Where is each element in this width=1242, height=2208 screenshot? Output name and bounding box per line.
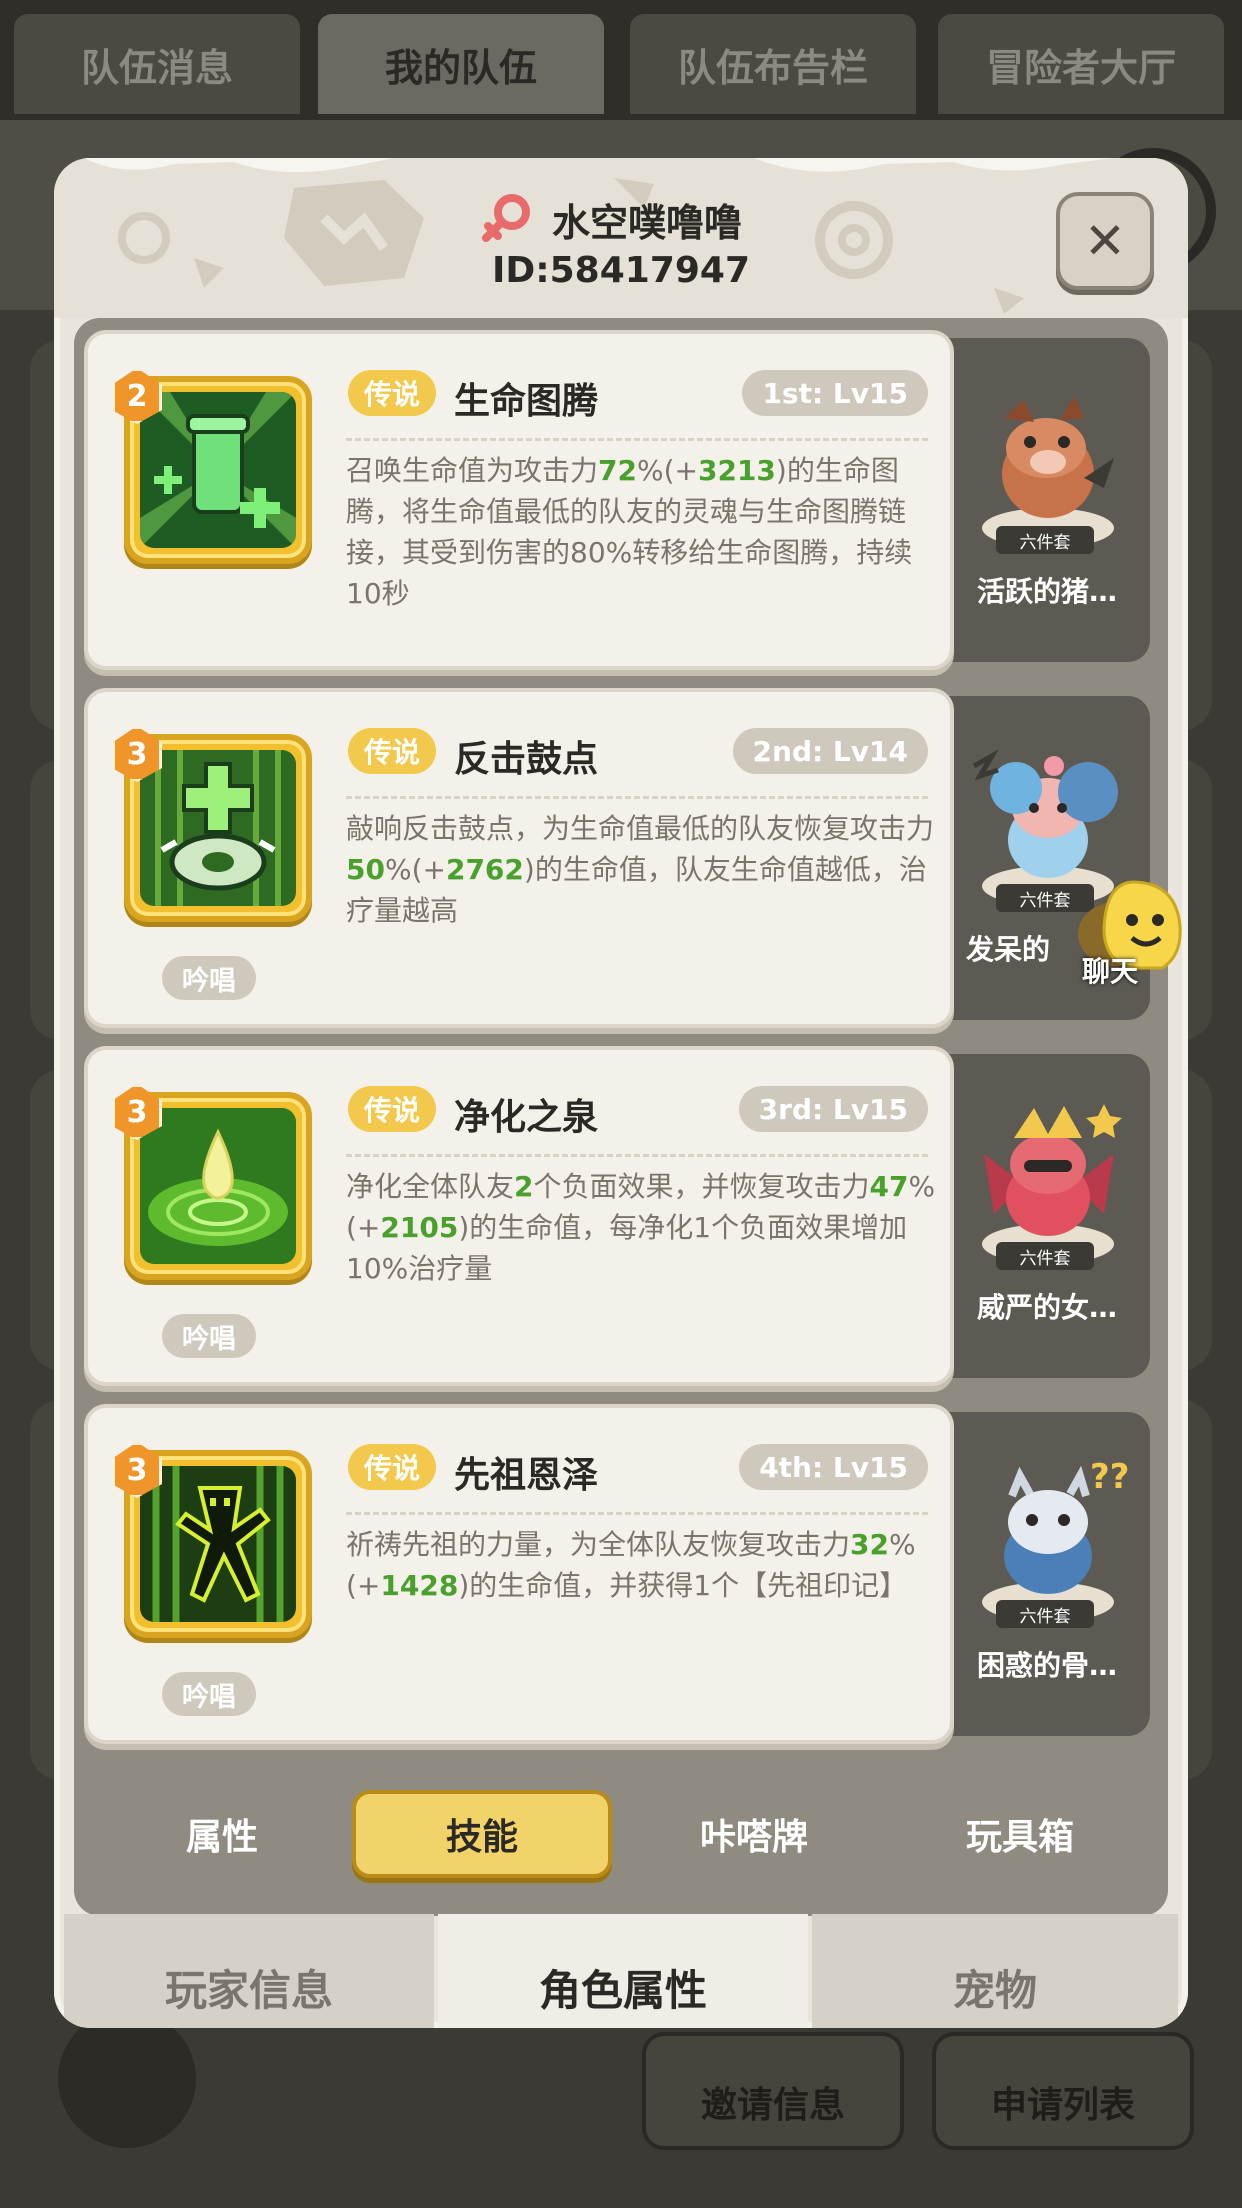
pet-name: 活跃的猪… [976, 575, 1117, 608]
skill-rank: 1st: Lv15 [742, 370, 928, 416]
pet-name: 威严的女… [976, 1291, 1117, 1324]
description-text: 召唤生命值为攻击力 [346, 454, 599, 487]
invite-info-button[interactable]: 邀请信息 [642, 2032, 904, 2150]
top-tab-team-news[interactable]: 队伍消息 [14, 14, 300, 114]
tab-attributes[interactable]: 属性 [92, 1790, 352, 1878]
divider [346, 1512, 928, 1515]
svg-text:??: ?? [1090, 1457, 1129, 1497]
background-avatar [58, 2010, 196, 2148]
pet-name: 困惑的骨… [976, 1649, 1117, 1682]
skill-row: ?? 六件套 困惑的骨… 3 传说 先祖恩泽 4th: Lv15 祈祷先祖的力量… [84, 1404, 1164, 1744]
skill-description: 召唤生命值为攻击力72%(+3213)的生命图腾，将生命值最低的队友的灵魂与生命… [346, 450, 936, 614]
highlight-value: 50 [346, 853, 385, 886]
chant-tag: 吟唱 [162, 1672, 256, 1716]
set-label: 六件套 [996, 526, 1094, 554]
background-top-tabs: 队伍消息 我的队伍 队伍布告栏 冒险者大厅 [0, 0, 1242, 120]
highlight-value: 2105 [380, 1211, 459, 1244]
set-label: 六件套 [996, 1600, 1094, 1628]
skill-description: 祈祷先祖的力量，为全体队友恢复攻击力32%(+1428)的生命值，并获得1个【先… [346, 1524, 936, 1606]
player-profile-modal: 水空噗噜噜 ID:58417947 ✕ 六件套 活跃的猪… 2 传说 生命图腾 … [54, 158, 1188, 2028]
tab-skills[interactable]: 技能 [352, 1790, 612, 1878]
pet-panel[interactable]: ?? 六件套 困惑的骨… [944, 1412, 1150, 1736]
segment-tab-bar: 属性 技能 咔嗒牌 玩具箱 [80, 1780, 1162, 1888]
pet-panel[interactable]: 六件套 活跃的猪… [944, 338, 1150, 662]
purify-spring-icon [140, 1108, 296, 1264]
highlight-value: 72 [598, 454, 637, 487]
highlight-value: 3213 [697, 454, 776, 487]
skill-row: 六件套 活跃的猪… 2 传说 生命图腾 1st: Lv15 召唤生命值为攻击力7… [84, 330, 1164, 670]
description-text: 祈祷先祖的力量，为全体队友恢复攻击力 [346, 1528, 851, 1561]
highlight-value: 32 [850, 1528, 889, 1561]
skill-card[interactable]: 3 传说 净化之泉 3rd: Lv15 净化全体队友2个负面效果，并恢复攻击力4… [84, 1046, 954, 1386]
highlight-value: 2 [514, 1170, 534, 1203]
divider [346, 796, 928, 799]
player-id: ID:58417947 [491, 250, 751, 291]
highlight-value: 2762 [445, 853, 524, 886]
description-text: 个负面效果，并恢复攻击力 [533, 1170, 870, 1203]
skill-rank: 4th: Lv15 [739, 1444, 928, 1490]
skill-name: 净化之泉 [454, 1097, 599, 1138]
close-icon: ✕ [1084, 212, 1126, 270]
life-totem-icon [140, 392, 296, 548]
skill-description: 净化全体队友2个负面效果，并恢复攻击力47%(+2105)的生命值，每净化1个负… [346, 1166, 936, 1289]
top-tab-adventurer-hall[interactable]: 冒险者大厅 [938, 14, 1224, 114]
chat-label[interactable]: 聊天 [1082, 950, 1138, 990]
description-text: 净化全体队友 [346, 1170, 515, 1203]
close-button[interactable]: ✕ [1056, 192, 1154, 290]
bottom-tab-bar: 玩家信息 角色属性 宠物 [64, 1914, 1178, 2028]
highlight-value: 47 [869, 1170, 909, 1203]
description-text: %(+ [384, 853, 446, 886]
divider [346, 1154, 928, 1157]
skill-name: 生命图腾 [454, 381, 599, 422]
skill-row: 六件套 发呆的 3 传说 反击鼓点 2nd: Lv14 敲响反击鼓点，为生命值最… [84, 688, 1164, 1028]
tab-cards[interactable]: 咔嗒牌 [624, 1790, 884, 1878]
divider [346, 438, 928, 441]
ancestor-blessing-icon [140, 1466, 296, 1622]
pet-panel[interactable]: 六件套 威严的女… [944, 1054, 1150, 1378]
skill-card[interactable]: 3 传说 反击鼓点 2nd: Lv14 敲响反击鼓点，为生命值最低的队友恢复攻击… [84, 688, 954, 1028]
set-label: 六件套 [996, 1242, 1094, 1270]
top-tab-team-board[interactable]: 队伍布告栏 [630, 14, 916, 114]
skill-name: 先祖恩泽 [454, 1455, 599, 1496]
chant-tag: 吟唱 [162, 1314, 256, 1358]
skill-row: 六件套 威严的女… 3 传说 净化之泉 3rd: Lv15 净化全体队友2个负面… [84, 1046, 1164, 1386]
skill-card[interactable]: 3 传说 先祖恩泽 4th: Lv15 祈祷先祖的力量，为全体队友恢复攻击力32… [84, 1404, 954, 1744]
female-gender-icon [482, 194, 530, 242]
description-text: 敲响反击鼓点，为生命值最低的队友恢复攻击力 [346, 812, 935, 845]
rarity-tag: 传说 [348, 1086, 437, 1132]
skill-card[interactable]: 2 传说 生命图腾 1st: Lv15 召唤生命值为攻击力72%(+3213)的… [84, 330, 954, 670]
tab-player-info[interactable]: 玩家信息 [64, 1914, 434, 2028]
apply-list-button[interactable]: 申请列表 [932, 2032, 1194, 2150]
skill-rank: 3rd: Lv15 [738, 1086, 928, 1132]
tab-toybox[interactable]: 玩具箱 [890, 1790, 1150, 1878]
description-text: %(+ [636, 454, 698, 487]
description-text: )的生命值，并获得1个【先祖印记】 [458, 1569, 908, 1602]
rarity-tag: 传说 [348, 370, 437, 416]
skill-name: 反击鼓点 [454, 739, 599, 780]
top-tab-my-team[interactable]: 我的队伍 [318, 14, 604, 114]
rarity-tag: 传说 [348, 1444, 437, 1490]
counter-drum-icon [140, 750, 296, 906]
rarity-tag: 传说 [348, 728, 437, 774]
highlight-value: 1428 [380, 1569, 459, 1602]
tab-character-attributes[interactable]: 角色属性 [438, 1914, 808, 2028]
tab-pet[interactable]: 宠物 [812, 1914, 1178, 2028]
skill-description: 敲响反击鼓点，为生命值最低的队友恢复攻击力50%(+2762)的生命值，队友生命… [346, 808, 936, 931]
player-name: 水空噗噜噜 [552, 201, 743, 245]
chant-tag: 吟唱 [162, 956, 256, 1000]
skill-rank: 2nd: Lv14 [732, 728, 928, 774]
